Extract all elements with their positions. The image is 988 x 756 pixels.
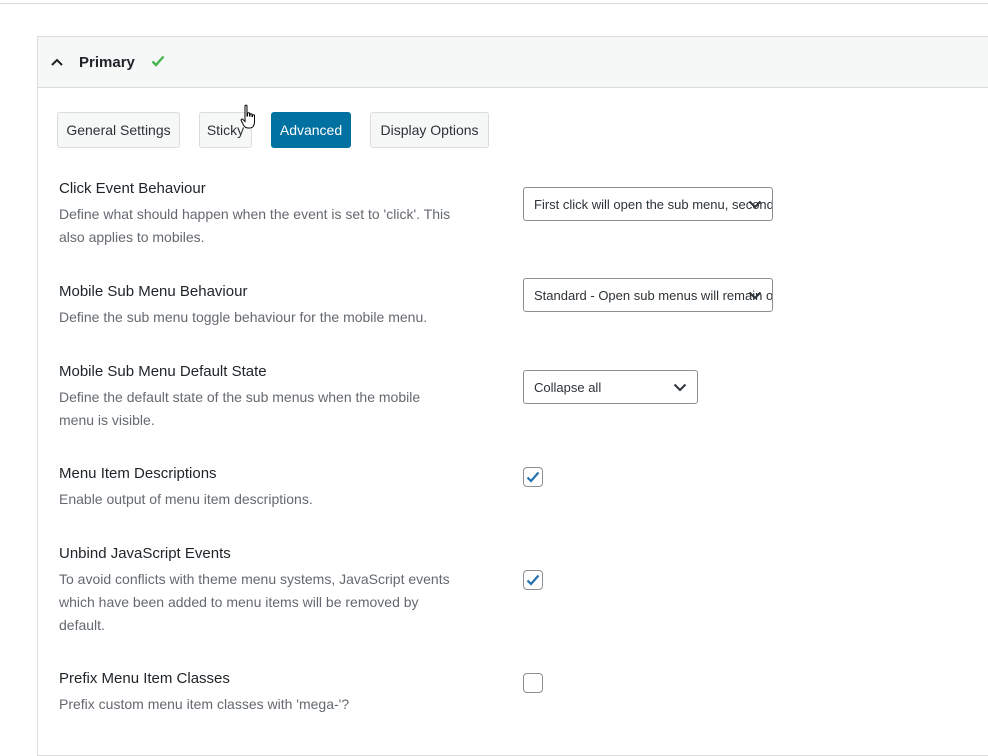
setting-title: Menu Item Descriptions: [59, 465, 217, 482]
settings-tabs: General Settings Sticky Advanced Display…: [57, 112, 508, 148]
tab-general-settings[interactable]: General Settings: [57, 112, 180, 148]
click-event-select[interactable]: First click will open the sub menu, seco…: [523, 187, 773, 221]
description-line: To avoid conflicts with theme menu syste…: [59, 571, 450, 587]
description-line: Define the default state of the sub menu…: [59, 389, 421, 405]
chevron-up-icon[interactable]: [50, 55, 64, 69]
setting-description: Prefix custom menu item classes with 'me…: [59, 693, 499, 716]
tab-display-options[interactable]: Display Options: [370, 112, 489, 148]
description-line: also applies to mobiles.: [59, 229, 205, 245]
setting-title: Unbind JavaScript Events: [59, 545, 231, 562]
description-line: Prefix custom menu item classes with 'me…: [59, 696, 350, 712]
setting-click-event-behaviour: Click Event Behaviour Define what should…: [59, 179, 499, 249]
top-divider: [0, 3, 988, 4]
panel-title: Primary: [79, 53, 135, 71]
chevron-down-icon: [748, 289, 762, 301]
setting-description: To avoid conflicts with theme menu syste…: [59, 568, 499, 637]
checkmark-icon: [526, 574, 540, 586]
select-value: First click will open the sub menu, seco…: [534, 196, 773, 212]
setting-prefix-menu-item-classes: Prefix Menu Item Classes Prefix custom m…: [59, 669, 499, 716]
setting-description: Define what should happen when the event…: [59, 203, 499, 249]
description-line: menu is visible.: [59, 412, 155, 428]
setting-description: Define the default state of the sub menu…: [59, 386, 499, 432]
chevron-down-icon: [673, 381, 687, 393]
setting-description: Enable output of menu item descriptions.: [59, 488, 499, 511]
panel-header[interactable]: Primary: [38, 37, 988, 88]
descriptions-checkbox[interactable]: [523, 467, 543, 487]
setting-mobile-sub-menu-behaviour: Mobile Sub Menu Behaviour Define the sub…: [59, 282, 499, 329]
setting-unbind-javascript-events: Unbind JavaScript Events To avoid confli…: [59, 544, 499, 637]
setting-title: Click Event Behaviour: [59, 180, 206, 197]
description-line: Enable output of menu item descriptions.: [59, 491, 313, 507]
mobile-default-state-select[interactable]: Collapse all: [523, 370, 698, 404]
select-value: Collapse all: [534, 379, 602, 395]
description-line: Define what should happen when the event…: [59, 206, 451, 222]
setting-mobile-default-state: Mobile Sub Menu Default State Define the…: [59, 362, 499, 432]
setting-description: Define the sub menu toggle behaviour for…: [59, 306, 499, 329]
checkmark-icon: [151, 55, 165, 69]
tab-advanced[interactable]: Advanced: [271, 112, 351, 148]
setting-menu-item-descriptions: Menu Item Descriptions Enable output of …: [59, 464, 499, 511]
description-line: Define the sub menu toggle behaviour for…: [59, 309, 428, 325]
description-line: default.: [59, 617, 105, 633]
setting-title: Mobile Sub Menu Behaviour: [59, 283, 248, 300]
chevron-down-icon: [748, 198, 762, 210]
select-value: Standard - Open sub menus will remain op…: [534, 287, 773, 303]
mobile-sub-menu-select[interactable]: Standard - Open sub menus will remain op…: [523, 278, 773, 312]
setting-title: Prefix Menu Item Classes: [59, 670, 230, 687]
hand-pointer-icon: [240, 104, 258, 130]
description-line: which have been added to menu items will…: [59, 594, 419, 610]
prefix-classes-checkbox[interactable]: [523, 673, 543, 693]
unbind-js-checkbox[interactable]: [523, 570, 543, 590]
menu-location-panel: Primary General Settings Sticky Advanced…: [37, 36, 988, 756]
setting-title: Mobile Sub Menu Default State: [59, 363, 267, 380]
checkmark-icon: [526, 471, 540, 483]
